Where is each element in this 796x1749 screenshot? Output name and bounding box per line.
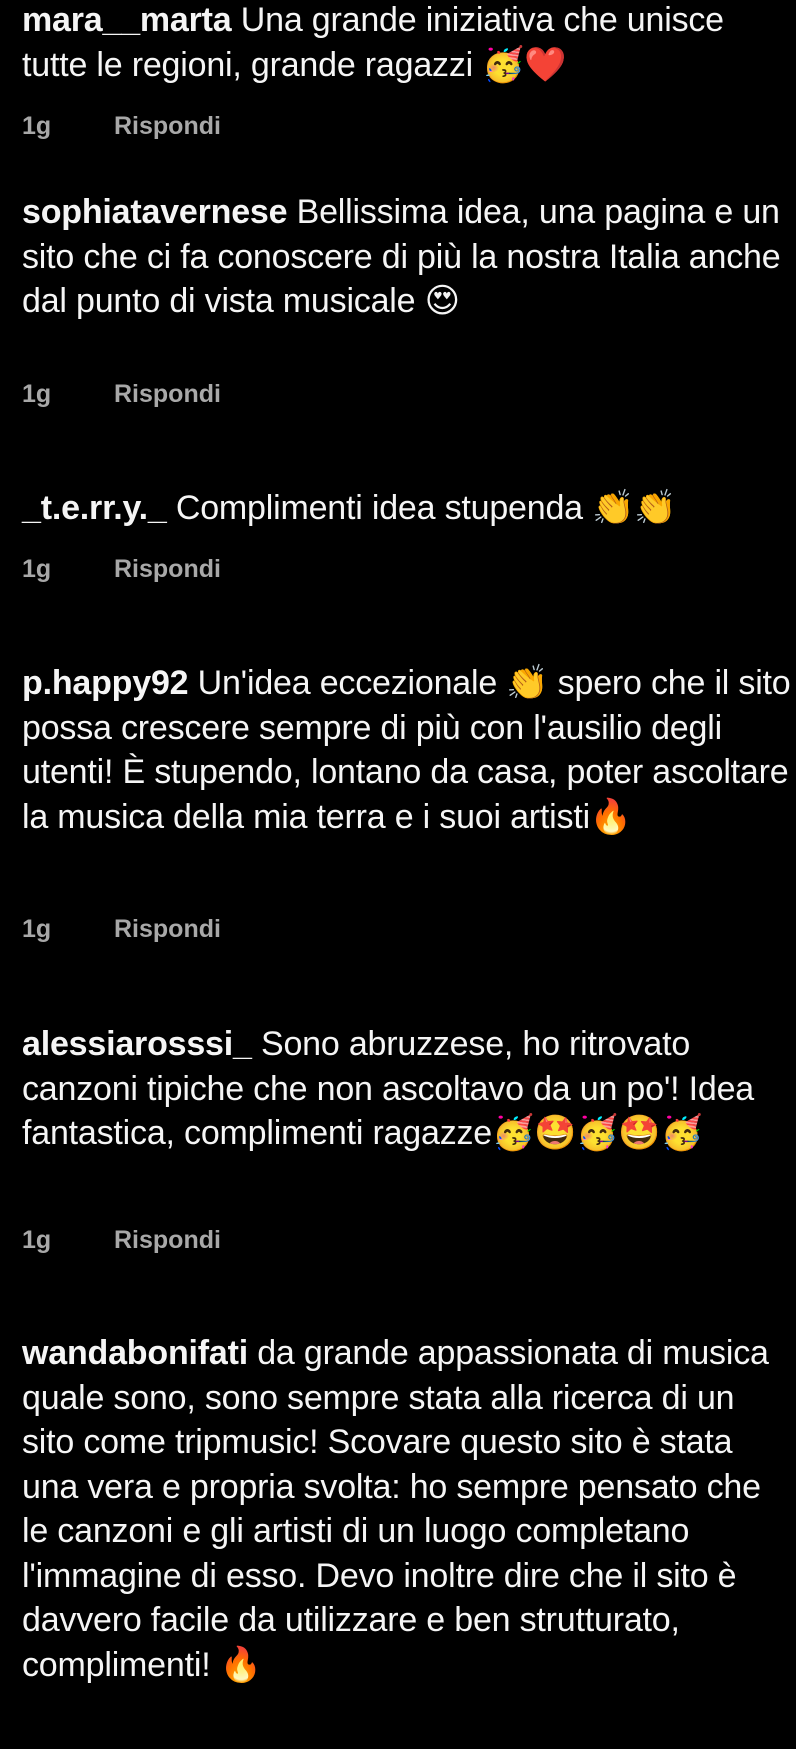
comment-meta: 1g Rispondi: [22, 112, 221, 141]
comment-timestamp: 1g: [22, 1226, 52, 1254]
comment-item: p.happy92 Un'idea eccezionale 👏 spero ch…: [22, 661, 792, 839]
comment-body: Complimenti idea stupenda 👏👏: [175, 489, 677, 527]
comment-meta: 1g Rispondi: [22, 1226, 221, 1255]
comment-item: _t.e.rr.y._ Complimenti idea stupenda 👏👏: [22, 486, 792, 531]
comment-username[interactable]: wandabonifati: [22, 1334, 248, 1372]
comment-username[interactable]: _t.e.rr.y._: [22, 489, 167, 527]
comment-text: sophiatavernese Bellissima idea, una pag…: [22, 190, 792, 324]
comment-username[interactable]: p.happy92: [22, 664, 189, 702]
reply-button[interactable]: Rispondi: [114, 1226, 221, 1255]
comment-text: _t.e.rr.y._ Complimenti idea stupenda 👏👏: [22, 486, 792, 531]
comment-meta: 1g Rispondi: [22, 555, 221, 584]
reply-button[interactable]: Rispondi: [114, 112, 221, 141]
comment-item: alessiarosssi_ Sono abruzzese, ho ritrov…: [22, 1022, 792, 1156]
comment-item: sophiatavernese Bellissima idea, una pag…: [22, 190, 792, 324]
comment-timestamp: 1g: [22, 915, 52, 943]
comment-timestamp: 1g: [22, 380, 52, 408]
comment-timestamp: 1g: [22, 555, 52, 583]
reply-button[interactable]: Rispondi: [114, 380, 221, 409]
comment-meta: 1g Rispondi: [22, 380, 221, 409]
reply-button[interactable]: Rispondi: [114, 555, 221, 584]
comment-timestamp: 1g: [22, 112, 52, 140]
comment-body: da grande appassionata di musica quale s…: [22, 1334, 769, 1684]
comment-text: alessiarosssi_ Sono abruzzese, ho ritrov…: [22, 1022, 792, 1156]
comment-text: mara__marta Una grande iniziativa che un…: [22, 0, 792, 87]
comment-text: wandabonifati da grande appassionata di …: [22, 1331, 792, 1687]
comment-username[interactable]: alessiarosssi_: [22, 1025, 252, 1063]
comment-username[interactable]: mara__marta: [22, 1, 232, 39]
comment-username[interactable]: sophiatavernese: [22, 193, 288, 231]
comment-text: p.happy92 Un'idea eccezionale 👏 spero ch…: [22, 661, 792, 839]
comment-item: wandabonifati da grande appassionata di …: [22, 1331, 792, 1687]
comment-item: mara__marta Una grande iniziativa che un…: [22, 0, 792, 87]
reply-button[interactable]: Rispondi: [114, 915, 221, 944]
comment-meta: 1g Rispondi: [22, 915, 221, 944]
